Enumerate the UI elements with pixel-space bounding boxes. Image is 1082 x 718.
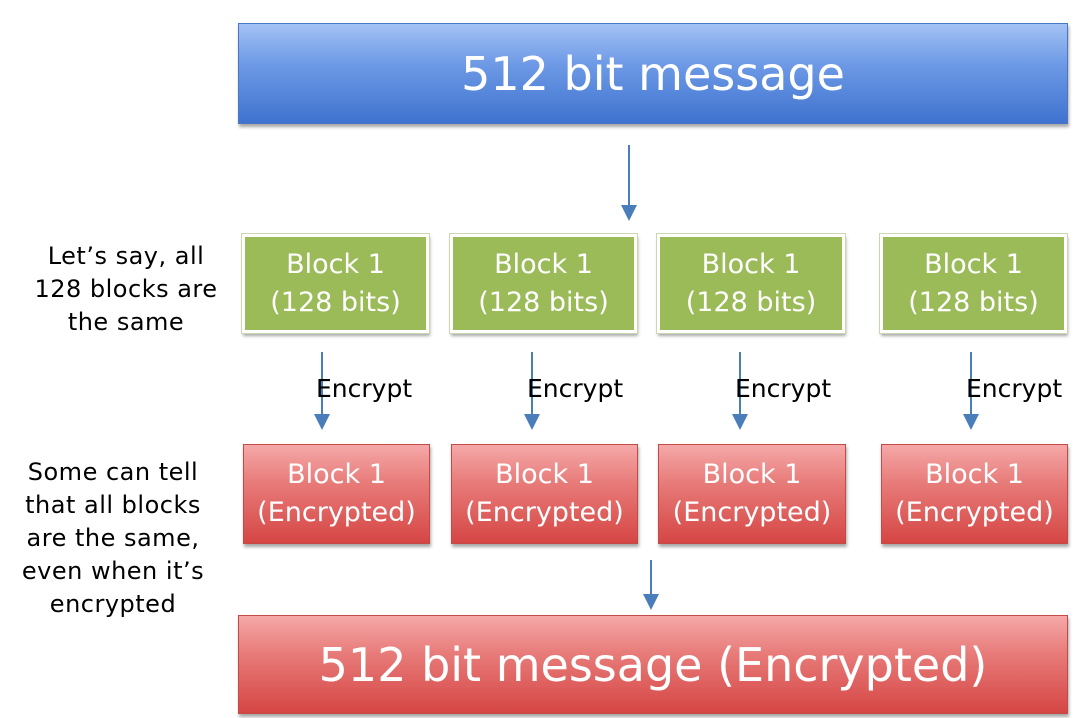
note-line: Some can tell [27,458,199,486]
plain-message-box: 512 bit message [238,23,1068,124]
note-line: that all blocks [25,491,201,519]
block-name: Block 1 [494,248,593,280]
plain-block: Block 1 (128 bits) [656,233,846,334]
block-name: Block 1 [286,248,385,280]
block-size: (128 bits) [270,286,401,318]
plain-message-label: 512 bit message [461,46,845,101]
note-line: encrypted [49,590,177,618]
block-name: Block 1 [924,248,1023,280]
block-name: Block 1 [702,459,802,490]
encrypt-label: Encrypt [527,374,624,403]
can-tell-note: Some can tell that all blocks are the sa… [4,456,222,621]
block-name: Block 1 [925,459,1024,490]
plain-block: Block 1 (128 bits) [879,233,1068,334]
encrypted-block: Block 1 (Encrypted) [451,444,638,544]
block-name: Block 1 [701,248,801,280]
block-encrypted-label: (Encrypted) [895,497,1054,528]
encrypted-block: Block 1 (Encrypted) [243,444,430,544]
block-size: (128 bits) [478,286,609,318]
block-name: Block 1 [495,459,594,490]
plain-block: Block 1 (128 bits) [449,233,638,334]
encrypt-label: Encrypt [966,374,1063,403]
note-line: are the same, [26,524,200,552]
note-line: the same [67,308,185,336]
block-encrypted-label: (Encrypted) [257,497,416,528]
same-blocks-note: Let’s say, all 128 blocks are the same [10,240,242,339]
block-encrypted-label: (Encrypted) [465,497,624,528]
note-line: 128 blocks are [34,275,218,303]
encrypt-label: Encrypt [316,374,413,403]
plain-block: Block 1 (128 bits) [241,233,430,334]
note-line: even when it’s [21,557,205,585]
block-name: Block 1 [287,459,386,490]
encrypted-message-label: 512 bit message (Encrypted) [318,637,988,692]
block-size: (128 bits) [908,286,1039,318]
note-line: Let’s say, all [47,242,205,270]
encrypted-message-box: 512 bit message (Encrypted) [238,615,1068,714]
block-size: (128 bits) [685,286,817,318]
encrypted-block: Block 1 (Encrypted) [881,444,1068,544]
block-encrypted-label: (Encrypted) [672,497,832,528]
encrypted-block: Block 1 (Encrypted) [658,444,846,544]
encrypt-label: Encrypt [735,374,832,403]
